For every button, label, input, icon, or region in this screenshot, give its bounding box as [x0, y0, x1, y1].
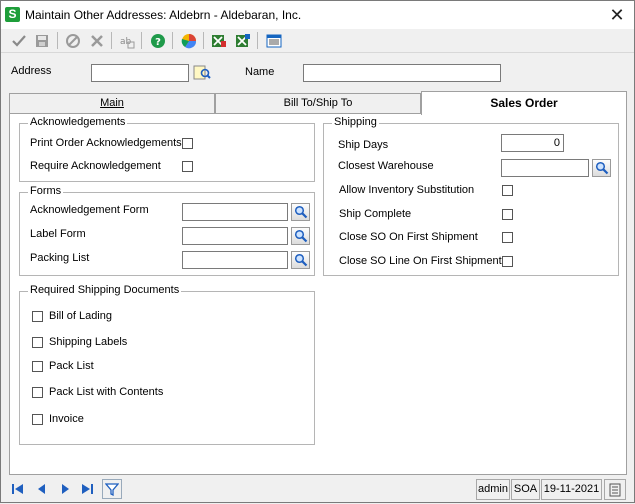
label-form-label: Label Form — [30, 228, 86, 240]
ack-form-label: Acknowledgement Form — [30, 204, 149, 216]
allow-inv-sub-label: Allow Inventory Substitution — [339, 184, 475, 196]
status-bar: admin SOA 19-11-2021 — [1, 477, 634, 502]
packing-list-label: Packing List — [30, 252, 90, 264]
ship-complete-checkbox[interactable] — [502, 209, 513, 220]
ship-complete-label: Ship Complete — [339, 208, 412, 220]
import-excel-icon[interactable] — [233, 31, 253, 51]
forms-group: Forms Acknowledgement Form Label Form Pa… — [19, 185, 315, 276]
name-input[interactable] — [303, 64, 501, 82]
toolbar: ab ? — [1, 29, 634, 53]
close-so-line-label: Close SO Line On First Shipment — [339, 255, 502, 267]
address-label: Address — [11, 65, 52, 77]
invoice-checkbox[interactable] — [32, 414, 43, 425]
bill-of-lading-checkbox[interactable] — [32, 311, 43, 322]
acknowledgements-title: Acknowledgements — [28, 116, 128, 128]
pack-list-contents-checkbox[interactable] — [32, 387, 43, 398]
help-icon[interactable]: ? — [148, 31, 168, 51]
ship-days-label: Ship Days — [338, 139, 389, 151]
status-date: 19-11-2021 — [541, 479, 602, 500]
packing-list-input[interactable] — [182, 251, 288, 269]
shipping-labels-label: Shipping Labels — [49, 336, 128, 348]
closest-warehouse-input[interactable] — [501, 159, 589, 177]
required-shipping-documents-title: Required Shipping Documents — [28, 284, 182, 296]
close-so-line-checkbox[interactable] — [502, 256, 513, 267]
tab-main[interactable]: Main — [9, 93, 215, 113]
sales-order-panel: Acknowledgements Print Order Acknowledge… — [9, 113, 627, 475]
cancel-icon[interactable] — [63, 31, 83, 51]
tab-sales-order[interactable]: Sales Order — [421, 91, 627, 115]
closest-warehouse-label: Closest Warehouse — [338, 160, 434, 172]
shipping-labels-checkbox[interactable] — [32, 337, 43, 348]
address-lookup-icon[interactable] — [192, 63, 212, 83]
pack-list-label: Pack List — [49, 360, 94, 372]
invoice-label: Invoice — [49, 413, 84, 425]
ship-days-input[interactable] — [501, 134, 564, 152]
tab-bill-to-ship-to[interactable]: Bill To/Ship To — [215, 93, 421, 113]
spell-check-icon[interactable]: ab — [117, 31, 137, 51]
require-ack-label: Require Acknowledgement — [30, 160, 161, 172]
close-so-checkbox[interactable] — [502, 232, 513, 243]
name-label: Name — [245, 66, 275, 78]
forms-title: Forms — [28, 185, 64, 197]
svg-text:?: ? — [155, 37, 161, 48]
first-record-icon[interactable] — [10, 481, 26, 497]
close-icon[interactable]: ✕ — [605, 5, 629, 25]
window: S Maintain Other Addresses: Aldebrn - Al… — [0, 0, 635, 503]
acknowledgements-group: Acknowledgements Print Order Acknowledge… — [19, 116, 315, 182]
close-so-label: Close SO On First Shipment — [339, 231, 478, 243]
pack-list-checkbox[interactable] — [32, 361, 43, 372]
print-ack-checkbox[interactable] — [182, 138, 193, 149]
accept-icon[interactable] — [9, 31, 29, 51]
print-settings-icon[interactable] — [264, 31, 284, 51]
filter-icon[interactable] — [102, 479, 122, 499]
required-shipping-documents-group: Required Shipping Documents Bill of Ladi… — [19, 284, 315, 445]
app-icon: S — [5, 7, 20, 22]
save-icon[interactable] — [32, 31, 52, 51]
pack-list-contents-label: Pack List with Contents — [49, 386, 164, 398]
previous-record-icon[interactable] — [34, 481, 50, 497]
title-bar: S Maintain Other Addresses: Aldebrn - Al… — [1, 1, 634, 29]
packing-list-lookup-icon[interactable] — [291, 251, 310, 269]
window-title: Maintain Other Addresses: Aldebrn - Alde… — [25, 8, 302, 22]
label-form-input[interactable] — [182, 227, 288, 245]
export-excel-icon[interactable] — [209, 31, 229, 51]
bill-of-lading-label: Bill of Lading — [49, 310, 112, 322]
ack-form-input[interactable] — [182, 203, 288, 221]
allow-inv-sub-checkbox[interactable] — [502, 185, 513, 196]
shipping-title: Shipping — [332, 116, 379, 128]
address-input[interactable] — [91, 64, 189, 82]
require-ack-checkbox[interactable] — [182, 161, 193, 172]
status-user: admin — [476, 479, 510, 500]
last-record-icon[interactable] — [79, 481, 95, 497]
status-menu-icon[interactable] — [604, 479, 626, 500]
print-ack-label: Print Order Acknowledgements — [30, 137, 182, 149]
closest-warehouse-lookup-icon[interactable] — [592, 159, 611, 177]
next-record-icon[interactable] — [57, 481, 73, 497]
shipping-group: Shipping Ship Days Closest Warehouse All… — [323, 116, 619, 276]
ack-form-lookup-icon[interactable] — [291, 203, 310, 221]
delete-icon[interactable] — [87, 31, 107, 51]
customizer-icon[interactable] — [179, 31, 199, 51]
status-company: SOA — [511, 479, 540, 500]
label-form-lookup-icon[interactable] — [291, 227, 310, 245]
